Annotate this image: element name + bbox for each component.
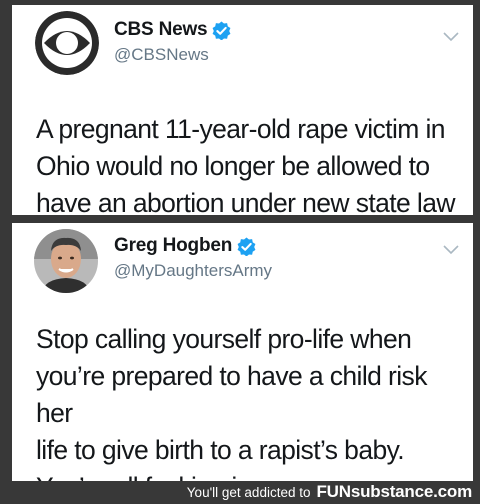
footer-tagline: You'll get addicted to [186, 484, 311, 500]
author-name[interactable]: CBS News [114, 19, 208, 41]
profile-photo-icon[interactable] [34, 229, 98, 293]
chevron-down-icon[interactable] [443, 32, 459, 42]
chevron-down-icon[interactable] [443, 245, 459, 255]
verified-badge-icon [212, 20, 231, 40]
tweet-card-cbs[interactable]: CBS News @CBSNews A pregnant 11-year-old… [12, 5, 473, 215]
author-row: CBS News [114, 19, 231, 41]
author-row: Greg Hogben [114, 235, 256, 257]
cbs-eye-logo-icon[interactable] [35, 11, 99, 75]
tweet-text: Stop calling yourself pro-life when you’… [36, 324, 427, 481]
tweet-text: A pregnant 11-year-old rape victim in Oh… [36, 114, 455, 215]
author-handle[interactable]: @MyDaughtersArmy [114, 261, 272, 281]
watermark-footer: You'll get addicted to FUNsubstance.com [187, 482, 472, 502]
verified-badge-icon [237, 236, 256, 256]
tweet-card-greg[interactable]: Greg Hogben @MyDaughtersArmy Stop callin… [12, 223, 473, 481]
author-handle[interactable]: @CBSNews [114, 45, 209, 65]
author-name[interactable]: Greg Hogben [114, 235, 232, 257]
footer-brand: FUNsubstance.com [316, 482, 472, 501]
